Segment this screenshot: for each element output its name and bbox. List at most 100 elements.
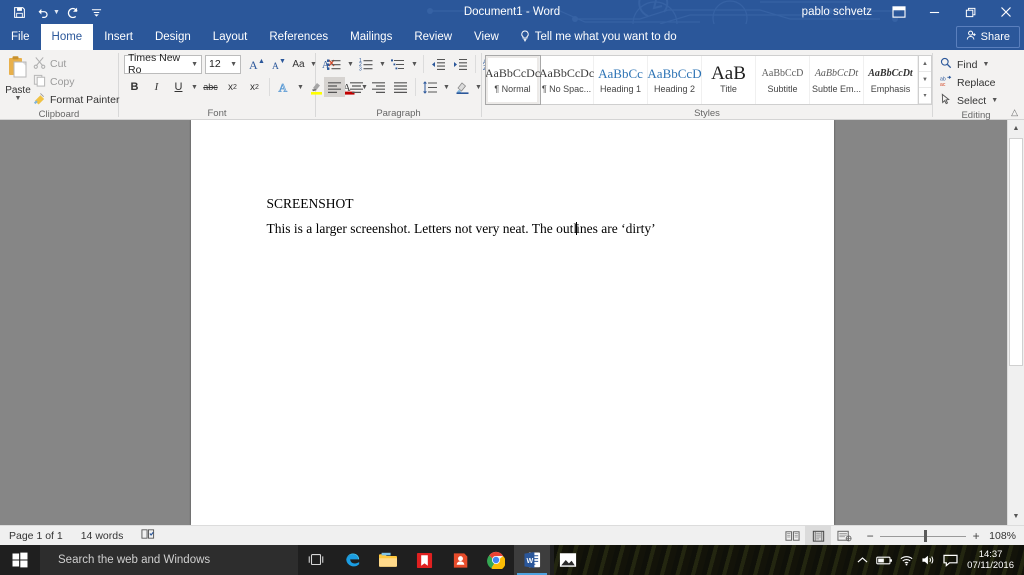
tell-me-search[interactable]: Tell me what you want to do [510,24,687,50]
document-page[interactable]: SCREENSHOT This is a larger screenshot. … [190,120,834,525]
ribbon-display-options-icon[interactable] [882,0,916,24]
document-text[interactable]: SCREENSHOT This is a larger screenshot. … [267,196,774,237]
zoom-slider-knob[interactable] [924,529,928,542]
styles-scroll-up-icon[interactable]: ▲ [919,56,931,72]
tab-references[interactable]: References [258,24,339,50]
tab-view[interactable]: View [463,24,510,50]
chrome-icon[interactable] [478,545,514,575]
scroll-down-icon[interactable]: ▼ [1008,508,1024,525]
file-explorer-icon[interactable] [370,545,406,575]
shading-button[interactable] [452,77,473,97]
multilevel-list-button[interactable] [388,54,409,74]
minimize-button[interactable] [916,0,952,24]
numbering-caret[interactable]: ▼ [378,54,387,74]
share-button[interactable]: Share [955,26,1020,48]
red-app-icon[interactable] [442,545,478,575]
tab-design[interactable]: Design [144,24,202,50]
start-button[interactable] [0,545,40,575]
subscript-button[interactable]: x2 [222,77,243,97]
increase-indent-button[interactable] [450,54,471,74]
store-book-icon[interactable] [406,545,442,575]
zoom-in-button[interactable]: + [971,529,981,543]
select-caret[interactable]: ▼ [991,97,998,104]
style-heading-2[interactable]: AaBbCcD Heading 2 [647,56,702,104]
style-title[interactable]: AaB Title [702,56,756,104]
style-subtle-emphasis[interactable]: AaBbCcDt Subtle Em... [810,56,864,104]
format-painter-button[interactable]: Format Painter [31,91,123,108]
show-hidden-icons-icon[interactable] [851,545,873,575]
style-normal[interactable]: AaBbCcDc ¶ Normal [485,55,541,105]
strikethrough-button[interactable]: abc [200,77,221,97]
task-view-icon[interactable] [298,545,334,575]
align-right-button[interactable] [368,77,389,97]
line-spacing-button[interactable] [420,77,441,97]
paste-dropdown-caret[interactable]: ▼ [15,95,22,102]
zoom-out-button[interactable]: − [865,529,875,543]
styles-more-icon[interactable]: ▾ [919,88,931,104]
multilevel-caret[interactable]: ▼ [410,54,419,74]
text-effects-caret[interactable]: ▼ [296,77,305,97]
find-caret[interactable]: ▼ [982,61,989,68]
zoom-slider[interactable] [880,529,967,542]
font-name-combobox[interactable]: Times New Ro ▼ [124,52,202,76]
bold-button[interactable]: B [124,77,145,97]
print-layout-button[interactable] [805,525,832,546]
center-button[interactable] [346,77,367,97]
select-button[interactable]: Select ▼ [938,92,1003,109]
style-emphasis[interactable]: AaBbCcDt Emphasis [864,56,918,104]
web-layout-button[interactable] [831,526,857,546]
style-subtitle[interactable]: AaBbCcD Subtitle [756,56,810,104]
volume-icon[interactable] [917,545,939,575]
close-button[interactable] [988,0,1024,24]
shrink-font-icon[interactable]: A ▼ [267,54,288,74]
page-indicator[interactable]: Page 1 of 1 [0,530,72,542]
style-heading-1[interactable]: AaBbCc Heading 1 [594,56,648,104]
styles-scroll-down-icon[interactable]: ▼ [919,72,931,88]
tab-review[interactable]: Review [403,24,463,50]
find-button[interactable]: Find ▼ [938,56,1003,73]
style-no-spacing[interactable]: AaBbCcDc ¶ No Spac... [539,56,594,104]
battery-icon[interactable] [873,545,895,575]
tab-mailings[interactable]: Mailings [339,24,403,50]
collapse-ribbon-icon[interactable]: △ [1011,107,1018,118]
justify-button[interactable] [390,77,411,97]
account-name[interactable]: pablo schvetz [792,6,882,18]
read-mode-button[interactable] [779,526,805,546]
grow-font-icon[interactable]: A ▲ [245,54,266,74]
edge-icon[interactable] [334,545,370,575]
customize-qat-icon[interactable] [86,2,108,22]
tab-insert[interactable]: Insert [93,24,144,50]
tab-home[interactable]: Home [40,24,94,50]
numbering-button[interactable]: 123 [356,54,377,74]
zoom-level[interactable]: 108% [989,530,1024,542]
bullets-button[interactable] [324,54,345,74]
proofing-errors-icon[interactable] [132,528,164,543]
tab-file[interactable]: File [0,24,41,50]
scrollbar-thumb[interactable] [1009,138,1023,366]
decrease-indent-button[interactable] [428,54,449,74]
text-effects-button[interactable]: A [274,77,295,97]
bullets-caret[interactable]: ▼ [346,54,355,74]
word-count[interactable]: 14 words [72,530,133,542]
redo-icon[interactable] [62,2,84,22]
wifi-icon[interactable] [895,545,917,575]
scroll-up-icon[interactable]: ▲ [1008,120,1024,137]
action-center-icon[interactable] [939,545,961,575]
align-left-button[interactable] [324,77,345,97]
undo-dropdown-caret[interactable]: ▼ [53,9,60,16]
italic-button[interactable]: I [146,77,167,97]
line-spacing-caret[interactable]: ▼ [442,77,451,97]
change-case-icon[interactable]: Aa [289,54,308,74]
undo-icon[interactable] [32,2,54,22]
underline-button[interactable]: U [168,77,189,97]
font-size-combobox[interactable]: 12 ▼ [205,54,241,74]
restore-button[interactable] [952,0,988,24]
underline-caret[interactable]: ▼ [190,77,199,97]
cut-button[interactable]: Cut [31,55,123,72]
superscript-button[interactable]: x2 [244,77,265,97]
paste-button[interactable]: Paste ▼ [5,53,31,102]
word-icon[interactable]: W [514,545,550,575]
photos-icon[interactable] [550,545,586,575]
vertical-scrollbar[interactable]: ▲ ▼ [1007,120,1024,525]
tab-layout[interactable]: Layout [202,24,259,50]
